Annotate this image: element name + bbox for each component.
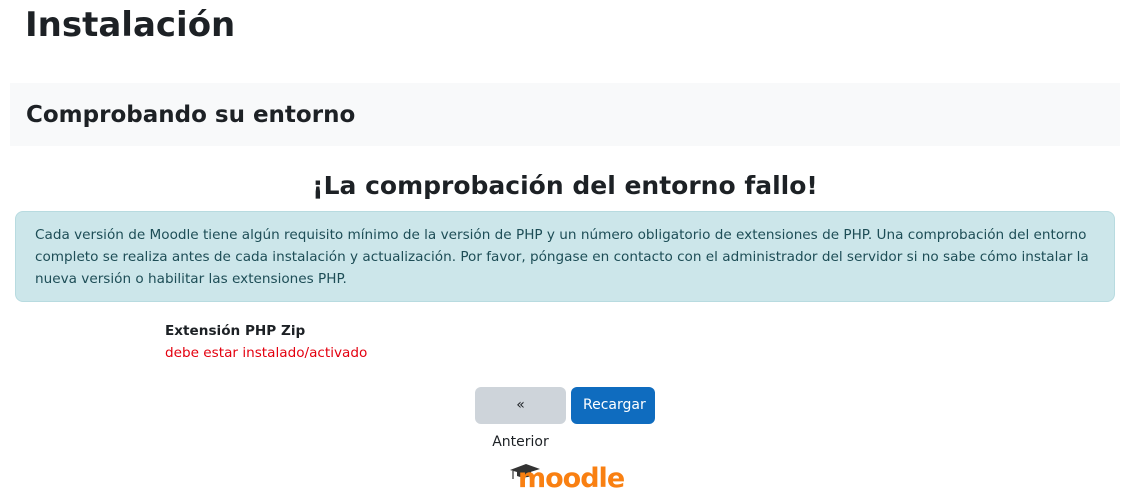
- environment-fail-heading: ¡La comprobación del entorno fallo!: [312, 171, 818, 200]
- page-title: Instalación: [25, 5, 236, 45]
- reload-button[interactable]: Recargar: [571, 387, 655, 424]
- moodle-logo: moodle: [508, 455, 628, 495]
- info-alert: Cada versión de Moodle tiene algún requi…: [15, 211, 1115, 302]
- previous-button[interactable]: « Anterior: [475, 387, 566, 450]
- svg-text:moodle: moodle: [518, 463, 624, 494]
- section-header: Comprobando su entorno: [10, 83, 1120, 146]
- requirement-item: Extensión PHP Zip debe estar instalado/a…: [165, 320, 367, 364]
- requirement-status: debe estar instalado/activado: [165, 345, 368, 361]
- section-title: Comprobando su entorno: [26, 102, 356, 128]
- moodle-logo-graphic: moodle: [510, 463, 625, 494]
- requirement-name: Extensión PHP Zip: [165, 323, 306, 339]
